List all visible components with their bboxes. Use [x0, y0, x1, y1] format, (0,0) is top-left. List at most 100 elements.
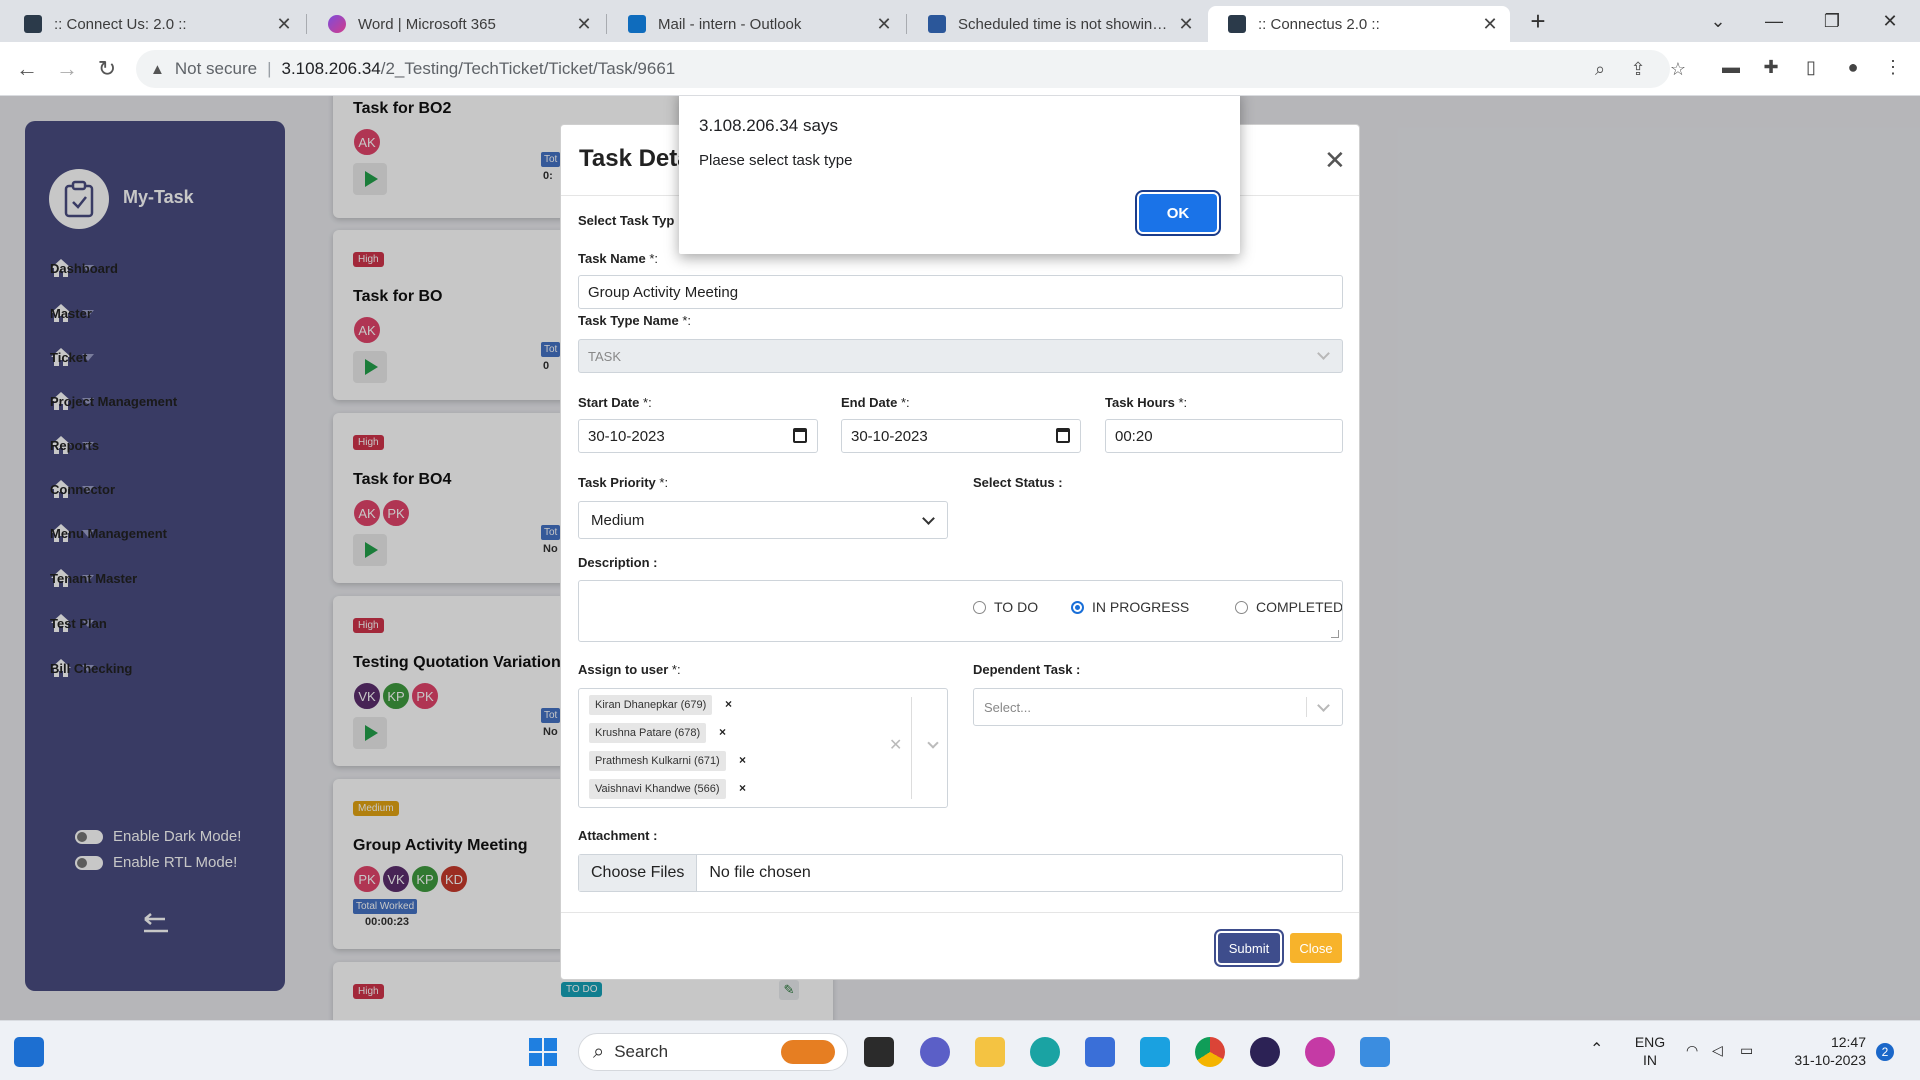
close-icon[interactable]: ✕	[1324, 145, 1346, 176]
browser-tab-strip: :: Connect Us: 2.0 :: ✕ Word | Microsoft…	[0, 0, 1920, 42]
end-date-input[interactable]: 30-10-2023	[841, 419, 1081, 453]
address-bar[interactable]: ▲ Not secure | 3.108.206.34 /2_Testing/T…	[136, 50, 1686, 88]
store-icon[interactable]	[1085, 1037, 1115, 1067]
outlook-icon	[628, 15, 646, 33]
choose-files-button[interactable]: Choose Files	[579, 855, 698, 891]
taskbar-search[interactable]: ⌕ Search	[578, 1033, 848, 1071]
assigned-user-chip: Kiran Dhanepkar (679)	[589, 695, 713, 715]
chat-icon[interactable]	[920, 1037, 950, 1067]
notepad-icon[interactable]	[1360, 1037, 1390, 1067]
browser-tab[interactable]: Scheduled time is not showing i ✕	[908, 6, 1206, 42]
language-indicator[interactable]: ENG IN	[1630, 1033, 1670, 1069]
browser-tab[interactable]: Mail - intern - Outlook ✕	[608, 6, 904, 42]
remove-chip-icon[interactable]: ×	[739, 753, 746, 767]
description-textarea[interactable]	[578, 580, 1343, 642]
language-bottom: IN	[1643, 1052, 1657, 1068]
end-date-value: 30-10-2023	[851, 427, 928, 445]
notification-badge[interactable]: 2	[1876, 1043, 1894, 1061]
forward-icon[interactable]: →	[52, 54, 82, 84]
clock[interactable]: 12:47 31-10-2023	[1776, 1033, 1866, 1069]
remove-chip-icon[interactable]: ×	[739, 781, 746, 795]
not-secure-label: Not secure	[174, 59, 258, 78]
tab-search-icon[interactable]: ⌄	[1695, 4, 1741, 38]
dependent-task-select[interactable]: Select...	[973, 688, 1343, 726]
back-icon[interactable]: ←	[12, 54, 42, 84]
share-icon[interactable]: ⇪	[1626, 59, 1650, 80]
submit-button[interactable]: Submit	[1218, 933, 1280, 963]
profile-icon[interactable]: ●	[1840, 57, 1866, 81]
task-hours-input[interactable]: 00:20	[1105, 419, 1343, 453]
description-label: Description :	[578, 555, 658, 570]
chevron-down-icon[interactable]	[927, 737, 939, 749]
extension-mask-icon[interactable]: ▬	[1718, 57, 1744, 81]
omnibox-divider: |	[267, 59, 272, 78]
close-tab-icon[interactable]: ✕	[574, 14, 594, 35]
react-icon	[1228, 15, 1246, 33]
close-tab-icon[interactable]: ✕	[1176, 14, 1196, 35]
chevron-down-icon	[1317, 347, 1330, 360]
assign-user-multiselect[interactable]: Kiran Dhanepkar (679) × Krushna Patare (…	[578, 688, 948, 808]
task-priority-select[interactable]: Medium	[578, 501, 948, 539]
calendar-icon[interactable]	[1056, 428, 1070, 443]
menu-kebab-icon[interactable]: ⋮	[1880, 57, 1906, 81]
attachment-file-input[interactable]: Choose Files No file chosen	[578, 854, 1343, 892]
assigned-user-chip: Krushna Patare (678)	[589, 723, 707, 743]
browser-tab-active[interactable]: :: Connectus 2.0 :: ✕	[1208, 6, 1510, 42]
windows-start-icon[interactable]	[528, 1037, 558, 1067]
tab-separator	[306, 14, 307, 34]
clock-time: 12:47	[1830, 1034, 1866, 1050]
app-l-icon[interactable]	[1140, 1037, 1170, 1067]
ok-button[interactable]: OK	[1139, 194, 1217, 232]
alert-dialog: 3.108.206.34 says Plaese select task typ…	[679, 96, 1240, 254]
minimize-button[interactable]: —	[1751, 4, 1797, 38]
reload-icon[interactable]: ↻	[92, 54, 122, 84]
eclipse-icon[interactable]	[1250, 1037, 1280, 1067]
select-status-label: Select Status :	[973, 475, 1063, 490]
close-tab-icon[interactable]: ✕	[274, 14, 294, 35]
browser-tab[interactable]: :: Connect Us: 2.0 :: ✕	[4, 6, 304, 42]
assigned-user-chip: Vaishnavi Khandwe (566)	[589, 779, 726, 799]
close-button[interactable]: Close	[1290, 933, 1342, 963]
zoom-icon[interactable]: ⌕	[1588, 59, 1612, 80]
start-date-input[interactable]: 30-10-2023	[578, 419, 818, 453]
new-tab-button[interactable]: +	[1520, 6, 1556, 38]
modal-footer-divider	[561, 912, 1359, 913]
extensions-puzzle-icon[interactable]: ✚	[1758, 57, 1784, 81]
chevron-up-icon[interactable]: ⌃	[1590, 1041, 1603, 1059]
wps-icon[interactable]	[1305, 1037, 1335, 1067]
restore-button[interactable]: ❐	[1809, 4, 1855, 38]
page-content: My-Task Dashboard Master Ticket Project …	[0, 96, 1920, 1020]
bookmark-star-icon[interactable]: ☆	[1666, 59, 1690, 80]
close-tab-icon[interactable]: ✕	[874, 14, 894, 35]
assign-user-label: Assign to user *:	[578, 662, 681, 677]
task-name-input[interactable]: Group Activity Meeting	[578, 275, 1343, 309]
pumpkin-icon	[781, 1040, 835, 1064]
task-view-icon[interactable]	[864, 1037, 894, 1067]
select-task-type-label: Select Task Typ	[578, 213, 675, 228]
widgets-icon[interactable]	[14, 1037, 44, 1067]
battery-icon[interactable]: ▭	[1740, 1041, 1753, 1059]
wifi-icon[interactable]: ◠	[1686, 1041, 1698, 1059]
remove-chip-icon[interactable]: ×	[725, 697, 732, 711]
url-host: 3.108.206.34	[281, 59, 381, 78]
edge-icon[interactable]	[1030, 1037, 1060, 1067]
no-file-text: No file chosen	[709, 864, 811, 881]
end-date-label: End Date *:	[841, 395, 910, 410]
url-path: /2_Testing/TechTicket/Ticket/Task/9661	[380, 59, 676, 78]
browser-tab[interactable]: Word | Microsoft 365 ✕	[308, 6, 604, 42]
tab-title: :: Connect Us: 2.0 ::	[54, 15, 187, 33]
word-icon	[928, 15, 946, 33]
chevron-down-icon	[922, 512, 935, 525]
side-panel-icon[interactable]: ▯	[1798, 57, 1824, 81]
task-name-label: Task Name *:	[578, 251, 658, 266]
tab-title: Word | Microsoft 365	[358, 15, 496, 33]
task-hours-label: Task Hours *:	[1105, 395, 1188, 410]
close-tab-icon[interactable]: ✕	[1480, 14, 1500, 35]
remove-chip-icon[interactable]: ×	[719, 725, 726, 739]
window-close-button[interactable]: ✕	[1867, 4, 1913, 38]
chrome-icon[interactable]	[1195, 1037, 1225, 1067]
clear-icon[interactable]: ✕	[889, 735, 902, 755]
calendar-icon[interactable]	[793, 428, 807, 443]
volume-icon[interactable]: ◁	[1712, 1041, 1723, 1059]
file-explorer-icon[interactable]	[975, 1037, 1005, 1067]
